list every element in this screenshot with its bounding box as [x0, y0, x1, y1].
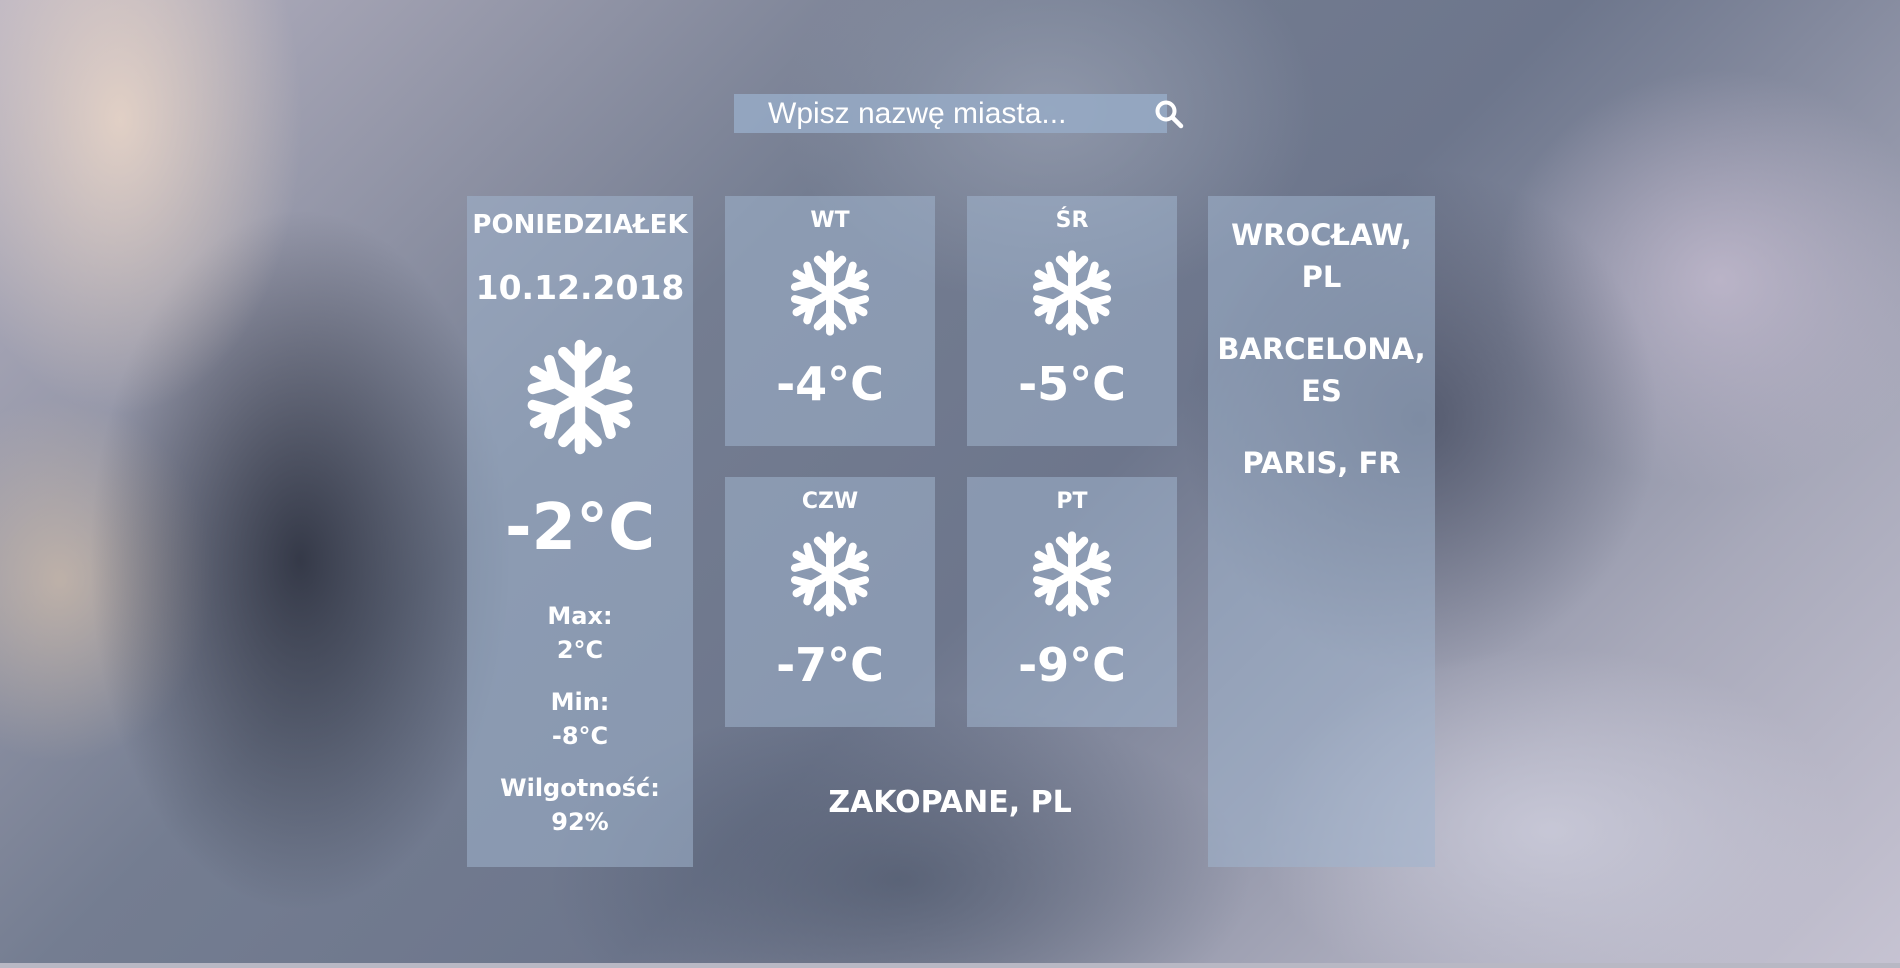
snowflake-icon: [467, 333, 693, 461]
forecast-temperature: -7°C: [776, 638, 884, 692]
city-name: PARIS, FR: [1242, 446, 1401, 480]
saved-cities-panel: WROCŁAW, PL BARCELONA, ES PARIS, FR: [1208, 196, 1435, 867]
saved-city-barcelona[interactable]: BARCELONA, ES: [1208, 328, 1435, 412]
search-button[interactable]: [1154, 94, 1184, 133]
humidity-value: 92%: [551, 808, 609, 836]
snowflake-icon: [967, 526, 1177, 622]
humidity-label: Wilgotność:: [500, 774, 660, 802]
min-temp-label: Min:: [550, 688, 610, 716]
search-bar: [734, 94, 1184, 133]
max-temp-label: Max:: [547, 602, 613, 630]
forecast-day-name: CZW: [801, 489, 859, 514]
forecast-day-name: WT: [810, 208, 850, 233]
saved-city-paris[interactable]: PARIS, FR: [1208, 442, 1435, 484]
city-name: WROCŁAW,: [1231, 218, 1412, 252]
today-weather-card: PONIEDZIAŁEK 10.12.2018 -2°C Max: 2°C Mi…: [467, 196, 693, 867]
saved-city-wroclaw[interactable]: WROCŁAW, PL: [1208, 214, 1435, 298]
today-temperature: -2°C: [504, 491, 656, 565]
forecast-temperature: -5°C: [1018, 357, 1126, 411]
today-date: 10.12.2018: [475, 268, 685, 307]
city-name: BARCELONA,: [1217, 332, 1426, 366]
current-location: ZAKOPANE, PL: [828, 785, 1072, 820]
forecast-day-name: PT: [1056, 489, 1088, 514]
forecast-day-name: ŚR: [1055, 208, 1089, 233]
city-search-input[interactable]: [734, 94, 1154, 133]
bottom-divider: [0, 963, 1900, 968]
forecast-card-tuesday: WT -4°C: [725, 196, 935, 446]
today-day-name: PONIEDZIAŁEK: [472, 210, 688, 240]
forecast-temperature: -9°C: [1018, 638, 1126, 692]
city-country: ES: [1301, 374, 1342, 408]
forecast-card-friday: PT -9°C: [967, 477, 1177, 727]
search-icon: [1155, 100, 1184, 128]
snowflake-icon: [967, 245, 1177, 341]
city-country: PL: [1301, 260, 1342, 294]
forecast-card-wednesday: ŚR -5°C: [967, 196, 1177, 446]
forecast-temperature: -4°C: [776, 357, 884, 411]
forecast-card-thursday: CZW -7°C: [725, 477, 935, 727]
snowflake-icon: [725, 526, 935, 622]
max-temp-value: 2°C: [556, 636, 604, 664]
min-temp-value: -8°C: [551, 722, 609, 750]
snowflake-icon: [725, 245, 935, 341]
